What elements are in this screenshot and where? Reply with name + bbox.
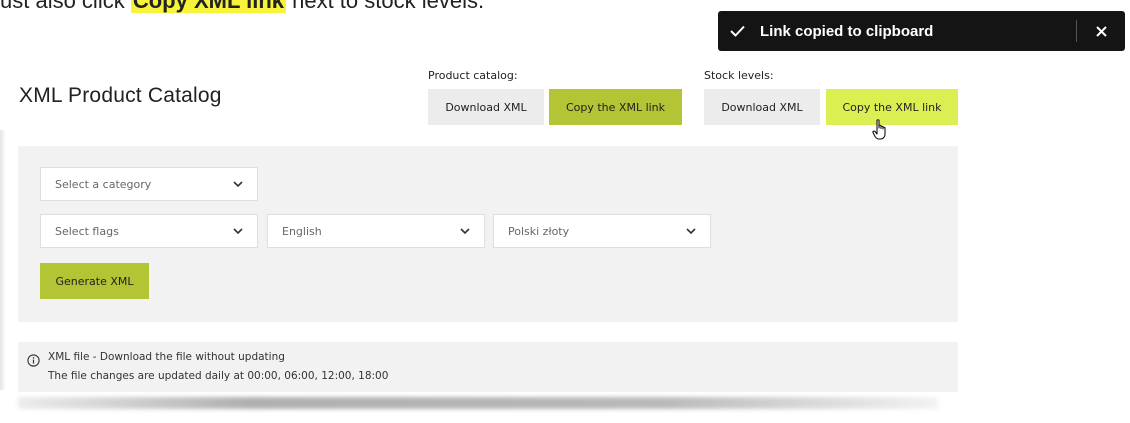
instruction-text: ust also click Copy XML link next to sto…: [0, 0, 484, 14]
currency-select-value: Polski złoty: [508, 224, 570, 238]
info-line-1: XML file - Download the file without upd…: [48, 351, 285, 363]
stock-copy-xml-link-button[interactable]: Copy the XML link: [826, 89, 958, 125]
chevron-down-icon: [233, 181, 243, 187]
stock-download-xml-button[interactable]: Download XML: [704, 89, 820, 125]
hand-pointer-icon: [872, 118, 890, 146]
currency-select[interactable]: Polski złoty: [493, 214, 711, 248]
toast-notification: Link copied to clipboard: [718, 11, 1125, 51]
product-copy-xml-link-button[interactable]: Copy the XML link: [549, 89, 682, 125]
category-select-placeholder: Select a category: [55, 177, 152, 191]
page-edge-shadow: [0, 130, 6, 390]
close-icon[interactable]: [1077, 25, 1125, 37]
page-title: XML Product Catalog: [19, 84, 222, 107]
category-select[interactable]: Select a category: [40, 167, 258, 201]
flags-select-placeholder: Select flags: [55, 224, 119, 238]
info-box: XML file - Download the file without upd…: [18, 342, 958, 392]
instruction-suffix: next to stock levels.: [286, 0, 485, 13]
instruction-prefix: ust also click: [0, 0, 131, 13]
language-select-value: English: [282, 224, 322, 238]
check-icon: [730, 25, 760, 37]
bottom-edge-blur: [18, 397, 938, 409]
product-catalog-label: Product catalog:: [428, 69, 518, 82]
flags-select[interactable]: Select flags: [40, 214, 258, 248]
product-download-xml-button[interactable]: Download XML: [428, 89, 544, 125]
chevron-down-icon: [233, 228, 243, 234]
chevron-down-icon: [460, 228, 470, 234]
chevron-down-icon: [686, 228, 696, 234]
instruction-highlight: Copy XML link: [130, 0, 286, 13]
generate-xml-button[interactable]: Generate XML: [40, 263, 149, 299]
toast-message: Link copied to clipboard: [760, 22, 934, 40]
language-select[interactable]: English: [267, 214, 485, 248]
info-icon: [27, 352, 40, 371]
stock-levels-label: Stock levels:: [704, 69, 774, 82]
info-line-2: The file changes are updated daily at 00…: [48, 370, 389, 382]
